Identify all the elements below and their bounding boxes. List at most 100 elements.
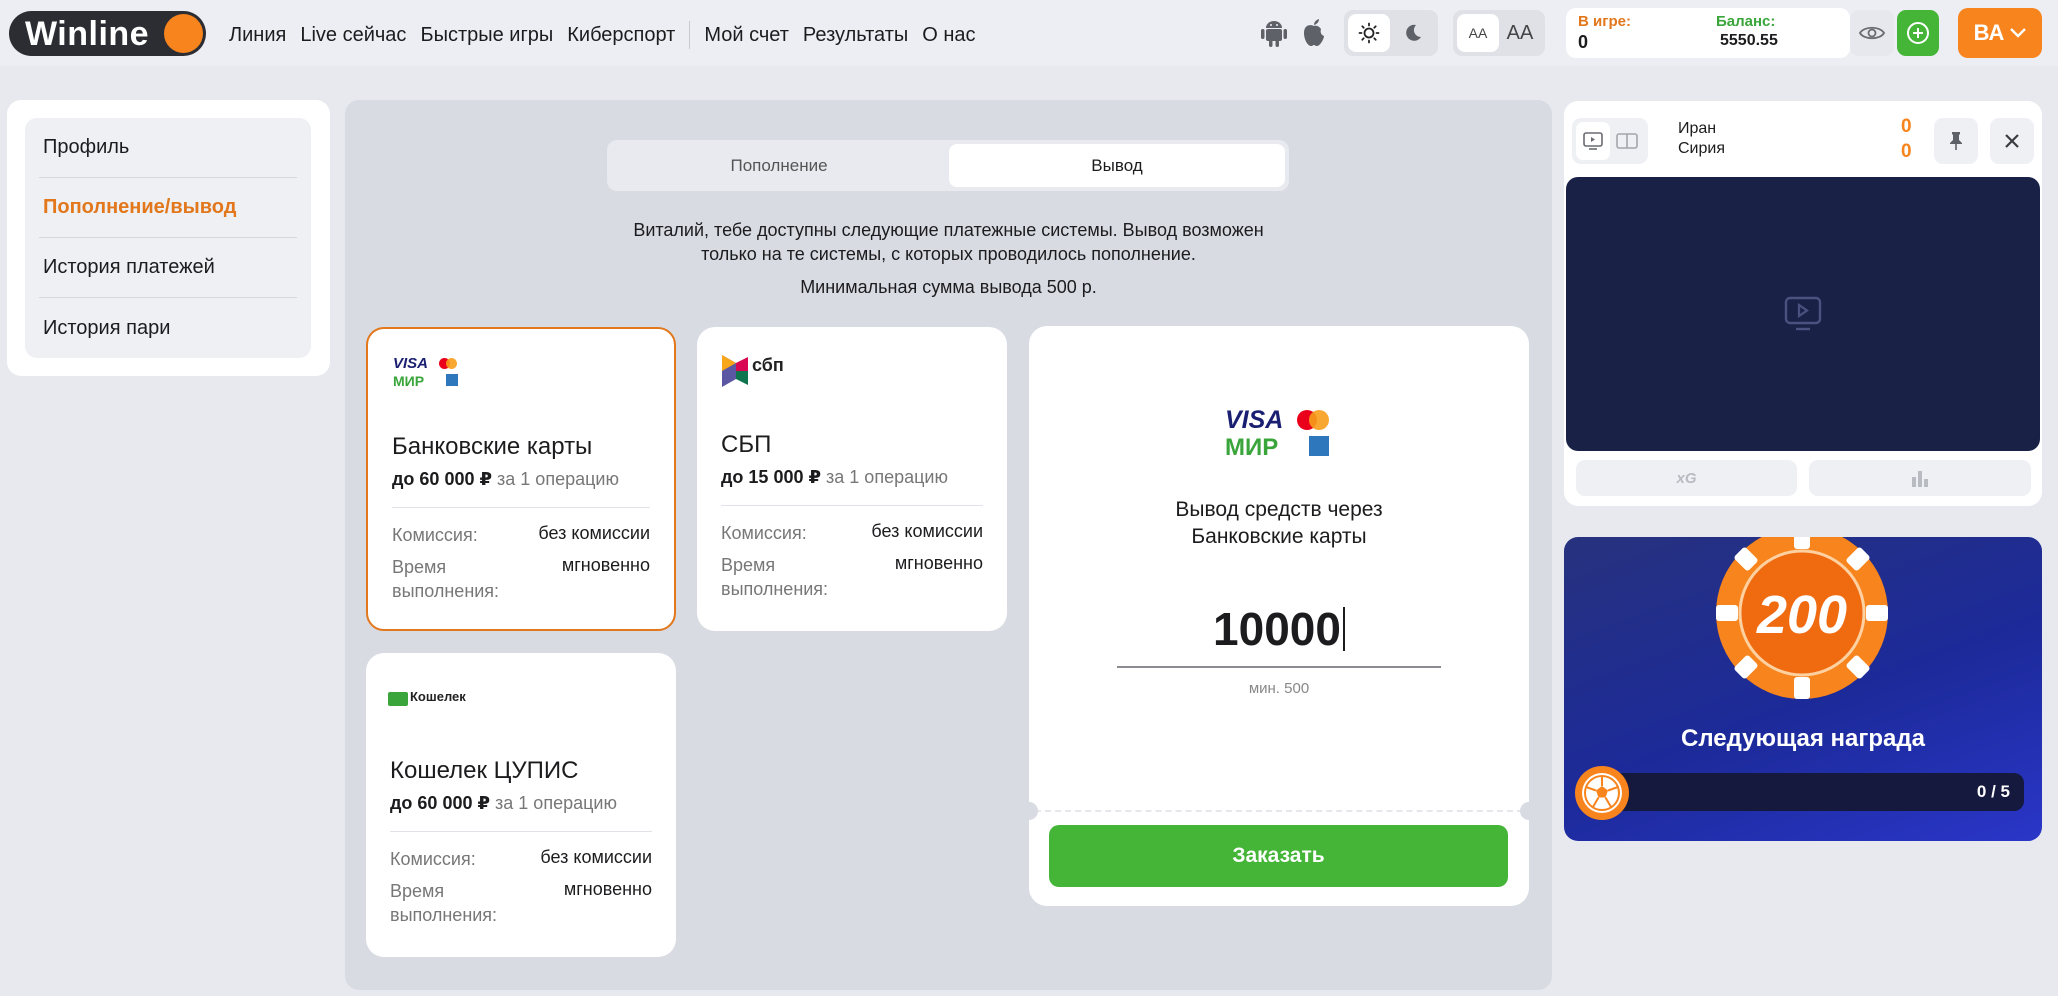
deposit-plus-button[interactable]: [1897, 10, 1939, 56]
card-limit: до 15 000 ₽ за 1 операцию: [721, 467, 948, 488]
scoreboard-mode-button[interactable]: [1610, 122, 1644, 160]
payment-card-bank[interactable]: VISA МИР Банковские карты до 60 000 ₽ за…: [366, 327, 676, 631]
commission-label: Комиссия:: [390, 849, 476, 869]
pin-icon: [1950, 132, 1962, 150]
main-nav: Линия Live сейчас Быстрые игры Киберспор…: [229, 21, 990, 49]
apple-icon[interactable]: [1300, 18, 1328, 48]
payments-main: Пополнение Вывод Виталий, тебе доступны …: [345, 100, 1552, 990]
nav-about[interactable]: О нас: [922, 24, 975, 47]
in-game-block: В игре: 0: [1578, 13, 1631, 53]
limit-amount: до 60 000 ₽: [392, 469, 493, 489]
sbp-logo-icon: сбп: [720, 353, 800, 393]
time-label-2: выполнения:: [392, 581, 500, 601]
reward-progress-count: 0 / 5: [1976, 782, 2010, 801]
font-large-button[interactable]: AA: [1499, 14, 1541, 52]
min-amount-hint: мин. 500: [1248, 680, 1310, 697]
sbp-logo-text: сбп: [752, 355, 784, 375]
android-icon[interactable]: [1260, 18, 1288, 48]
xg-label: xG: [1676, 469, 1697, 487]
logo-text: Winline: [25, 15, 150, 53]
time-value: мгновенно: [561, 555, 650, 575]
card-title: Банковские карты: [392, 433, 593, 460]
winline-logo[interactable]: Winline: [9, 11, 206, 56]
cupis-logo-text: Кошелек: [410, 689, 466, 704]
nav-divider: [689, 21, 691, 49]
ticket-notch: [1020, 802, 1038, 820]
time-label-1: Время: [392, 557, 447, 577]
rewards-promo-banner[interactable]: 200 Следующая награда 0 / 5: [1564, 537, 2042, 841]
nav-esports[interactable]: Киберспорт: [567, 24, 675, 47]
in-game-value: 0: [1578, 32, 1589, 52]
mir-logo-text: МИР: [1225, 434, 1279, 461]
commission-label: Комиссия:: [721, 523, 807, 543]
team-home: Иран: [1678, 120, 1717, 137]
card-limit: до 60 000 ₽ за 1 операцию: [392, 469, 619, 490]
scoreboard-icon: [1616, 133, 1638, 149]
nav-fast-games[interactable]: Быстрые игры: [420, 24, 553, 47]
nav-line[interactable]: Линия: [229, 24, 286, 47]
amount-input[interactable]: 10000: [1029, 602, 1529, 656]
sidebar-item-deposit-withdraw[interactable]: Пополнение/вывод: [39, 178, 297, 238]
withdraw-title: Вывод средств через Банковские карты: [1029, 496, 1529, 550]
logo-dot-icon: [164, 14, 203, 53]
limit-suffix: за 1 операцию: [497, 469, 619, 489]
casino-chip-icon: 200: [1716, 537, 1888, 699]
withdraw-title-line1: Вывод средств через: [1175, 498, 1383, 521]
card-divider: [721, 505, 983, 506]
chevron-down-icon: [2010, 28, 2027, 38]
time-label-2: выполнения:: [721, 579, 829, 599]
payment-card-sbp[interactable]: сбп СБП до 15 000 ₽ за 1 операцию Комисс…: [697, 327, 1007, 631]
plus-circle-icon: [1907, 22, 1929, 44]
order-button[interactable]: Заказать: [1049, 825, 1508, 887]
video-mode-button[interactable]: [1576, 122, 1610, 160]
payment-tabs: Пополнение Вывод: [607, 140, 1289, 191]
view-mode-toggle: [1572, 118, 1648, 164]
theme-toggle: [1344, 10, 1438, 56]
ticket-separator: [1035, 810, 1523, 812]
nav-results[interactable]: Результаты: [803, 24, 908, 47]
app-download-icons: [1260, 18, 1328, 48]
hide-balance-button[interactable]: [1850, 10, 1894, 56]
amount-value: 10000: [1213, 603, 1341, 655]
commission-value: без комиссии: [538, 523, 650, 543]
soccer-ball-icon: [1575, 766, 1629, 820]
cupis-wallet-logo-icon: Кошелек: [388, 689, 478, 709]
tab-withdraw[interactable]: Вывод: [949, 144, 1285, 187]
font-size-toggle: AA AA: [1453, 10, 1545, 56]
close-widget-button[interactable]: [1990, 118, 2034, 164]
visa-logo-text: VISA: [393, 355, 429, 372]
balance-label: Баланс:: [1716, 13, 1776, 30]
tab-deposit[interactable]: Пополнение: [611, 144, 947, 187]
time-label-1: Время: [721, 555, 776, 575]
sidebar-item-bet-history[interactable]: История пари: [39, 298, 297, 358]
video-player[interactable]: [1566, 177, 2040, 451]
statistics-button[interactable]: [1809, 460, 2031, 496]
nav-my-account[interactable]: Мой счет: [704, 24, 789, 47]
close-icon: [2005, 134, 2019, 148]
dark-theme-button[interactable]: [1392, 14, 1434, 52]
pin-button[interactable]: [1934, 118, 1978, 164]
card-title: СБП: [721, 431, 772, 458]
account-menu: Профиль Пополнение/вывод История платеже…: [25, 118, 311, 358]
balance-block: Баланс: 5550.55: [1716, 13, 1778, 50]
user-menu-button[interactable]: ВА: [1958, 8, 2042, 58]
score-home: 0: [1901, 116, 1912, 137]
balance-value: 5550.55: [1720, 32, 1778, 49]
sidebar-item-profile[interactable]: Профиль: [39, 118, 297, 178]
font-small-button[interactable]: AA: [1457, 14, 1499, 52]
team-away: Сирия: [1678, 140, 1725, 157]
time-value: мгновенно: [563, 879, 652, 899]
card-title: Кошелек ЦУПИС: [390, 757, 579, 784]
text-cursor: [1342, 607, 1345, 651]
light-theme-button[interactable]: [1348, 14, 1390, 52]
xg-stats-button[interactable]: xG: [1576, 460, 1797, 496]
visa-mir-logo-icon: VISA МИР: [391, 355, 463, 391]
payment-card-cupis[interactable]: Кошелек Кошелек ЦУПИС до 60 000 ₽ за 1 о…: [366, 653, 676, 957]
visa-logo-text: VISA: [1225, 406, 1284, 434]
score-away: 0: [1901, 141, 1912, 162]
limit-suffix: за 1 операцию: [826, 467, 948, 487]
sidebar-item-payment-history[interactable]: История платежей: [39, 238, 297, 298]
time-label-1: Время: [390, 881, 445, 901]
time-label-2: выполнения:: [390, 905, 498, 925]
nav-live[interactable]: Live сейчас: [300, 24, 406, 47]
